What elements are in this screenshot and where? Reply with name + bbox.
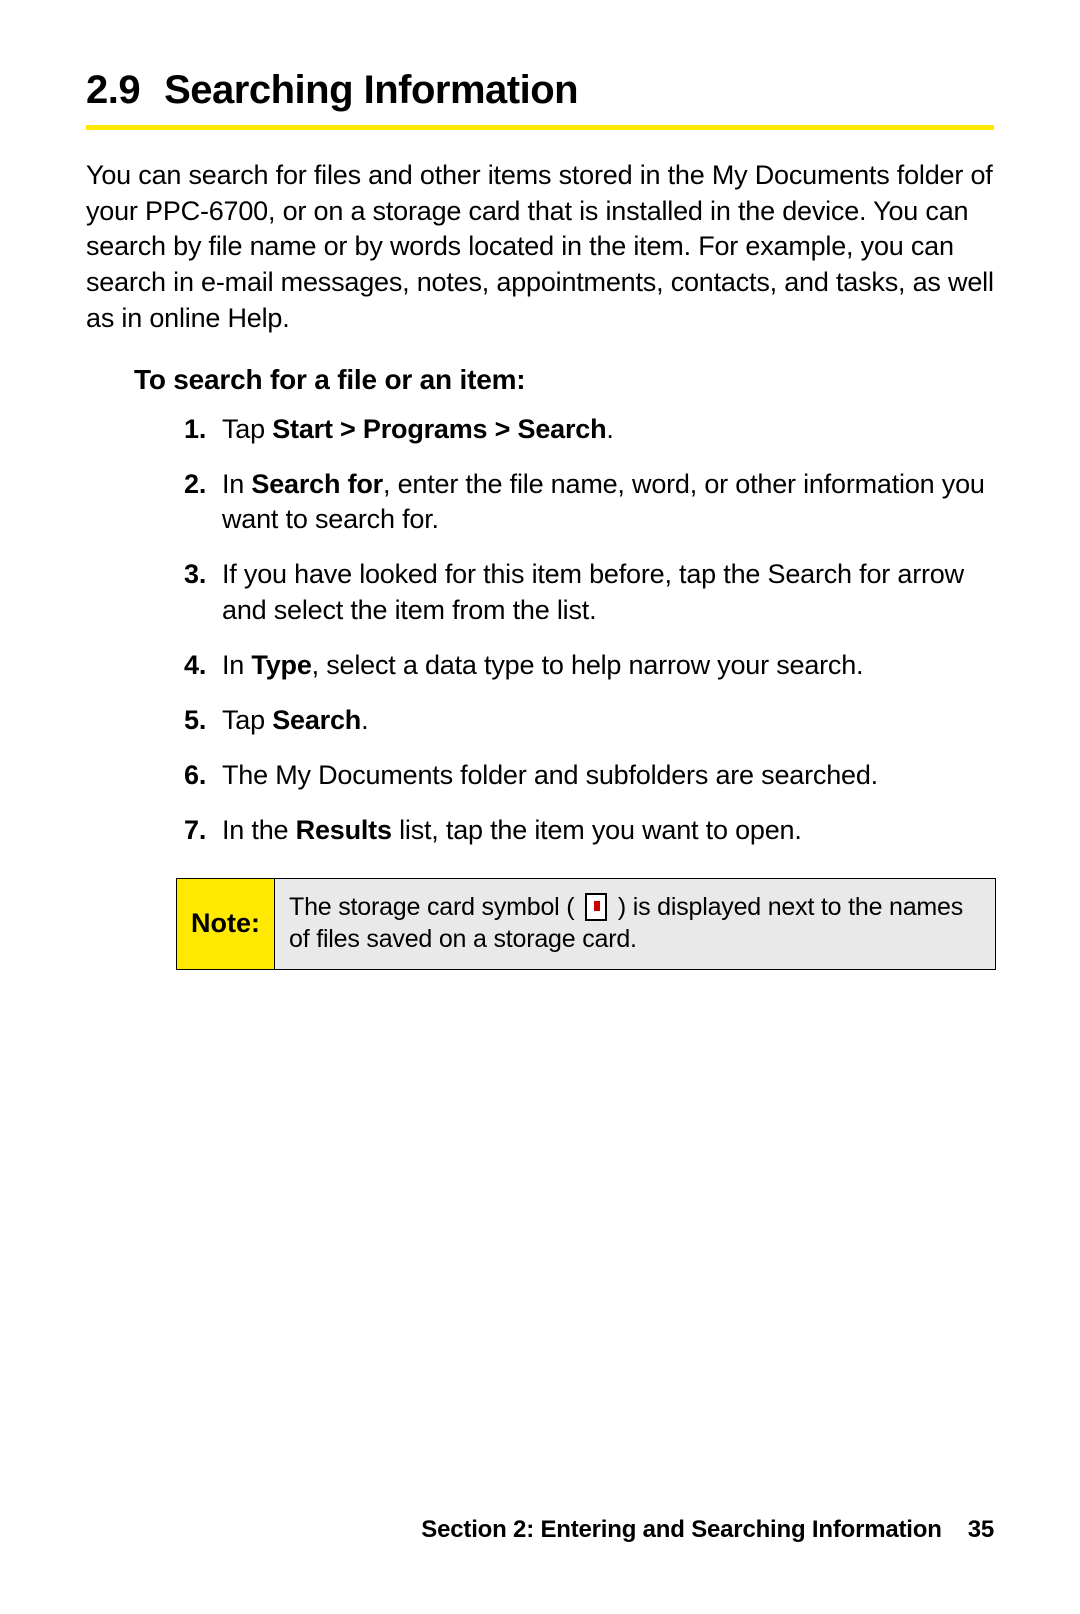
page-footer: Section 2: Entering and Searching Inform… <box>421 1516 994 1544</box>
note-body: The storage card symbol ( ) is displayed… <box>275 879 995 969</box>
step-7: In the Results list, tap the item you wa… <box>188 813 994 848</box>
step-6: The My Documents folder and subfolders a… <box>188 758 994 793</box>
step-2: In Search for, enter the file name, word… <box>188 467 994 537</box>
step-1: Tap Start > Programs > Search. <box>188 412 994 447</box>
note-label: Note: <box>177 879 275 969</box>
section-number: 2.9 <box>86 68 140 113</box>
section-title: Searching Information <box>164 68 578 112</box>
intro-paragraph: You can search for files and other items… <box>86 158 994 336</box>
storage-card-icon <box>585 893 607 921</box>
procedure-steps: Tap Start > Programs > Search. In Search… <box>188 412 994 848</box>
step-4: In Type, select a data type to help narr… <box>188 648 994 683</box>
footer-page-number: 35 <box>968 1516 994 1543</box>
step-5: Tap Search. <box>188 703 994 738</box>
step-3: If you have looked for this item before,… <box>188 557 994 627</box>
footer-section: Section 2: Entering and Searching Inform… <box>421 1516 941 1543</box>
procedure-heading: To search for a file or an item: <box>134 364 994 396</box>
note-box: Note: The storage card symbol ( ) is dis… <box>176 878 996 970</box>
section-heading: 2.9 Searching Information <box>86 68 994 130</box>
